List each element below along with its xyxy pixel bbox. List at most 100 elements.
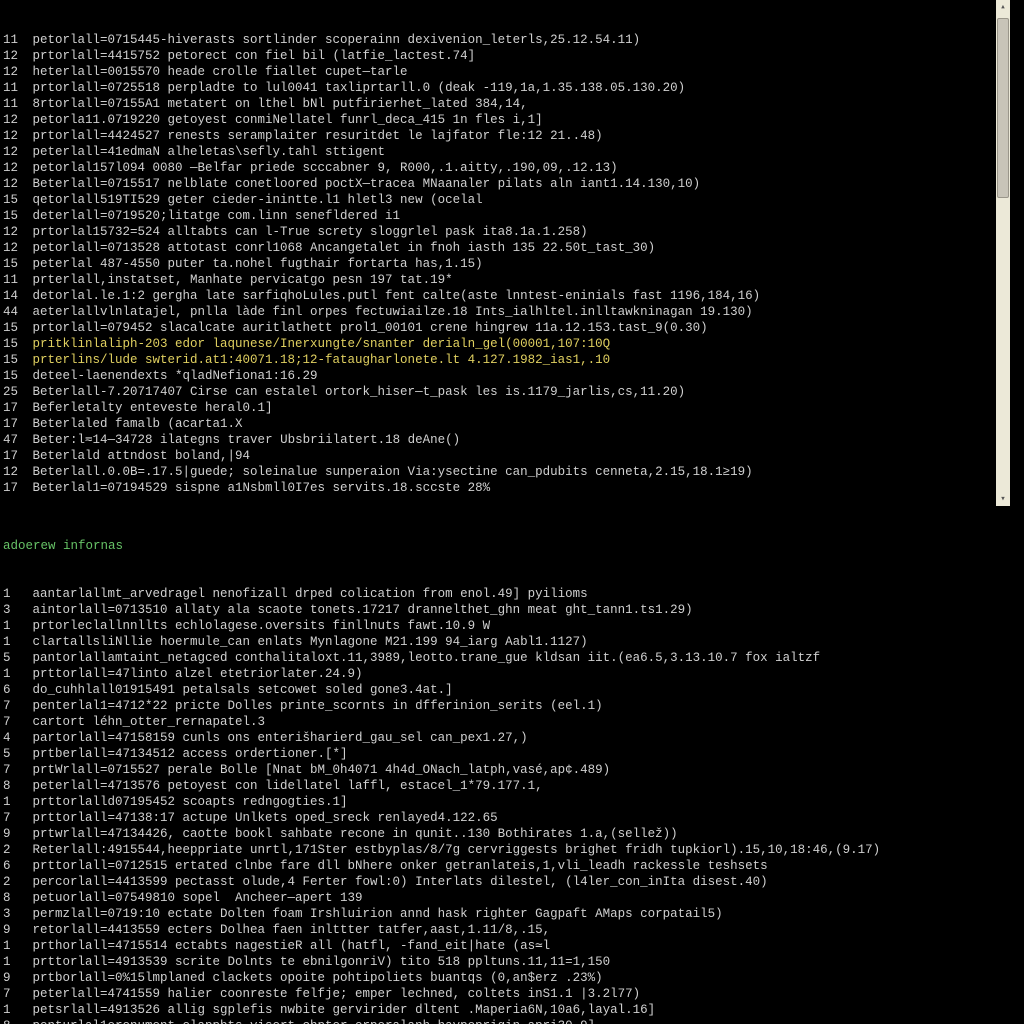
log-line: 15 prterlins/lude swterid.at1:40071.18;1… — [0, 352, 1010, 368]
line-text: petorlal157l094 0080 —Belfar priede sccc… — [25, 161, 618, 175]
line-text: Beterlaled famalb (acarta1.X — [25, 417, 243, 431]
log-pane-bottom[interactable]: adoerew infornas 1 aantarlallmt_arvedrag… — [0, 506, 1024, 1024]
vertical-scrollbar[interactable]: ▴ ▾ — [996, 0, 1010, 506]
line-text: prttorlalld07195452 scoapts redngogties.… — [25, 795, 348, 809]
log-line: 9 retorlall=4413559 ecters Dolhea faen i… — [0, 922, 1024, 938]
scrollbar-track[interactable] — [996, 14, 1010, 492]
line-text: Beferletalty enteveste heral0.1] — [25, 401, 273, 415]
log-line: 7 penterlal1=4712*22 pricte Dolles print… — [0, 698, 1024, 714]
line-number: 9 — [3, 826, 25, 842]
line-text: aantarlallmt_arvedragel nenofizall drped… — [25, 587, 588, 601]
log-line: 12 prtorlall=4415752 petorect con fiel b… — [0, 48, 1010, 64]
line-number: 12 — [3, 464, 25, 480]
line-number: 7 — [3, 714, 25, 730]
line-number: 7 — [3, 986, 25, 1002]
log-line: 4 partorlall=47158159 cunls ons enterišh… — [0, 730, 1024, 746]
log-line: 11 prterlall,instatset, Manhate pervicat… — [0, 272, 1010, 288]
line-number: 1 — [3, 954, 25, 970]
line-number: 15 — [3, 352, 25, 368]
line-number: 8 — [3, 890, 25, 906]
line-text: deteel-laenendexts *qladNefiona1:16.29 — [25, 369, 318, 383]
line-text: permzlall=0719:10 ectate Dolten foam Irs… — [25, 907, 723, 921]
line-number: 12 — [3, 112, 25, 128]
line-number: 47 — [3, 432, 25, 448]
line-text: prtborlall=0%15lmplaned clackets opoite … — [25, 971, 603, 985]
line-text: prtorleclallnnllts echlolagese.oversits … — [25, 619, 490, 633]
line-text: detorlal.le.1:2 gergha late sarfiqhoLule… — [25, 289, 760, 303]
line-text: prtorlall=079452 slacalcate auritlathett… — [25, 321, 708, 335]
line-text: prttorlall=0712515 ertated clnbe fare dl… — [25, 859, 768, 873]
log-line: 47 Beter:l≂14—34728 ilategns traver Ubsb… — [0, 432, 1010, 448]
section-header: adoerew infornas — [0, 538, 1024, 554]
line-number: 1 — [3, 586, 25, 602]
line-number: 12 — [3, 64, 25, 80]
line-number: 2 — [3, 874, 25, 890]
line-number: 1 — [3, 794, 25, 810]
line-text: prttorlall=4913539 scrite Dolnts te ebni… — [25, 955, 610, 969]
scroll-down-icon[interactable]: ▾ — [996, 492, 1010, 506]
line-number: 12 — [3, 160, 25, 176]
line-text: prttorlall=47linto alzel etetriorlater.2… — [25, 667, 363, 681]
log-line: 8 peterlall=4713576 petoyest con lidella… — [0, 778, 1024, 794]
line-text: prttorlall=47138:17 actupe Unlkets oped_… — [25, 811, 498, 825]
log-line: 1 petsrlall=4913526 allig sgplefis nwbit… — [0, 1002, 1024, 1018]
line-number: 9 — [3, 922, 25, 938]
line-text: retorlall=4413559 ecters Dolhea faen inl… — [25, 923, 550, 937]
line-number: 7 — [3, 698, 25, 714]
line-number: 11 — [3, 272, 25, 288]
line-text: Beterlald attndost boland,|94 — [25, 449, 250, 463]
log-line: 11 prtorlall=0725518 perpladte to lul004… — [0, 80, 1010, 96]
line-text: prtwrlall=47134426, caotte bookl sahbate… — [25, 827, 678, 841]
log-line: 14 detorlal.le.1:2 gergha late sarfiqhoL… — [0, 288, 1010, 304]
line-text: petorlall=0715445-hiverasts sortlinder s… — [25, 33, 640, 47]
line-text: aintorlall=0713510 allaty ala scaote ton… — [25, 603, 693, 617]
line-number: 17 — [3, 416, 25, 432]
line-text: cartort léhn_otter_rernapatel.3 — [25, 715, 265, 729]
line-text: 8rtorlall=07155A1 metatert on lthel bNl … — [25, 97, 528, 111]
line-number: 12 — [3, 240, 25, 256]
line-number: 1 — [3, 666, 25, 682]
log-line: 8 penturlal1eronument elappbts yisert ch… — [0, 1018, 1024, 1024]
line-text: Beterlall.0.0B=.17.5|guede; soleinalue s… — [25, 465, 753, 479]
line-number: 6 — [3, 858, 25, 874]
line-number: 3 — [3, 906, 25, 922]
scroll-up-icon[interactable]: ▴ — [996, 0, 1010, 14]
line-text: prtorlal15732=524 alltabts can l-True sc… — [25, 225, 588, 239]
line-number: 5 — [3, 650, 25, 666]
line-text: prtorlall=4424527 renests seramplaiter r… — [25, 129, 603, 143]
line-text: petuorlall=07549810 sopel Ancheer—apert … — [25, 891, 363, 905]
line-text: peterlall=4741559 halier coonreste felfj… — [25, 987, 640, 1001]
line-number: 12 — [3, 224, 25, 240]
log-line: 11 8rtorlall=07155A1 metatert on lthel b… — [0, 96, 1010, 112]
log-line: 15 qetorlall519TI529 geter cieder-inintt… — [0, 192, 1010, 208]
log-line: 15 peterlal 487-4550 puter ta.nohel fugt… — [0, 256, 1010, 272]
log-line: 12 petorlall=0713528 attotast conrl1068 … — [0, 240, 1010, 256]
log-line: 9 prtborlall=0%15lmplaned clackets opoit… — [0, 970, 1024, 986]
log-line: 12 petorla11.0719220 getoyest conmiNella… — [0, 112, 1010, 128]
line-number: 15 — [3, 368, 25, 384]
log-line: 1 prttorlall=4913539 scrite Dolnts te eb… — [0, 954, 1024, 970]
line-number: 15 — [3, 320, 25, 336]
log-line: 1 prttorlalld07195452 scoapts redngogtie… — [0, 794, 1024, 810]
log-line: 15 pritklinlaliph-203 edor laqunese/Iner… — [0, 336, 1010, 352]
line-text: Beterlall=0715517 nelblate conetloored p… — [25, 177, 700, 191]
line-text: peterlall=41edmaN alheletas\sefly.tahl s… — [25, 145, 385, 159]
log-line: 15 deteel-laenendexts *qladNefiona1:16.2… — [0, 368, 1010, 384]
line-number: 3 — [3, 602, 25, 618]
log-line: 17 Beterlald attndost boland,|94 — [0, 448, 1010, 464]
line-number: 9 — [3, 970, 25, 986]
line-number: 8 — [3, 1018, 25, 1024]
log-line: 25 Beterlall-7.20717407 Cirse can estale… — [0, 384, 1010, 400]
log-line: 12 prtorlal15732=524 alltabts can l-True… — [0, 224, 1010, 240]
line-text: penturlal1eronument elappbts yisert chpt… — [25, 1019, 595, 1024]
log-line: 11 petorlall=0715445-hiverasts sortlinde… — [0, 32, 1010, 48]
line-number: 11 — [3, 32, 25, 48]
log-pane-top[interactable]: 11 petorlall=0715445-hiverasts sortlinde… — [0, 0, 1024, 506]
line-text: pantorlallamtaint_netagced conthalitalox… — [25, 651, 820, 665]
log-line: 5 pantorlallamtaint_netagced conthalital… — [0, 650, 1024, 666]
log-line: 15 prtorlall=079452 slacalcate auritlath… — [0, 320, 1010, 336]
line-number: 12 — [3, 48, 25, 64]
line-number: 1 — [3, 634, 25, 650]
scrollbar-thumb[interactable] — [997, 18, 1009, 198]
line-text: do_cuhhlall01915491 petalsals setcowet s… — [25, 683, 453, 697]
